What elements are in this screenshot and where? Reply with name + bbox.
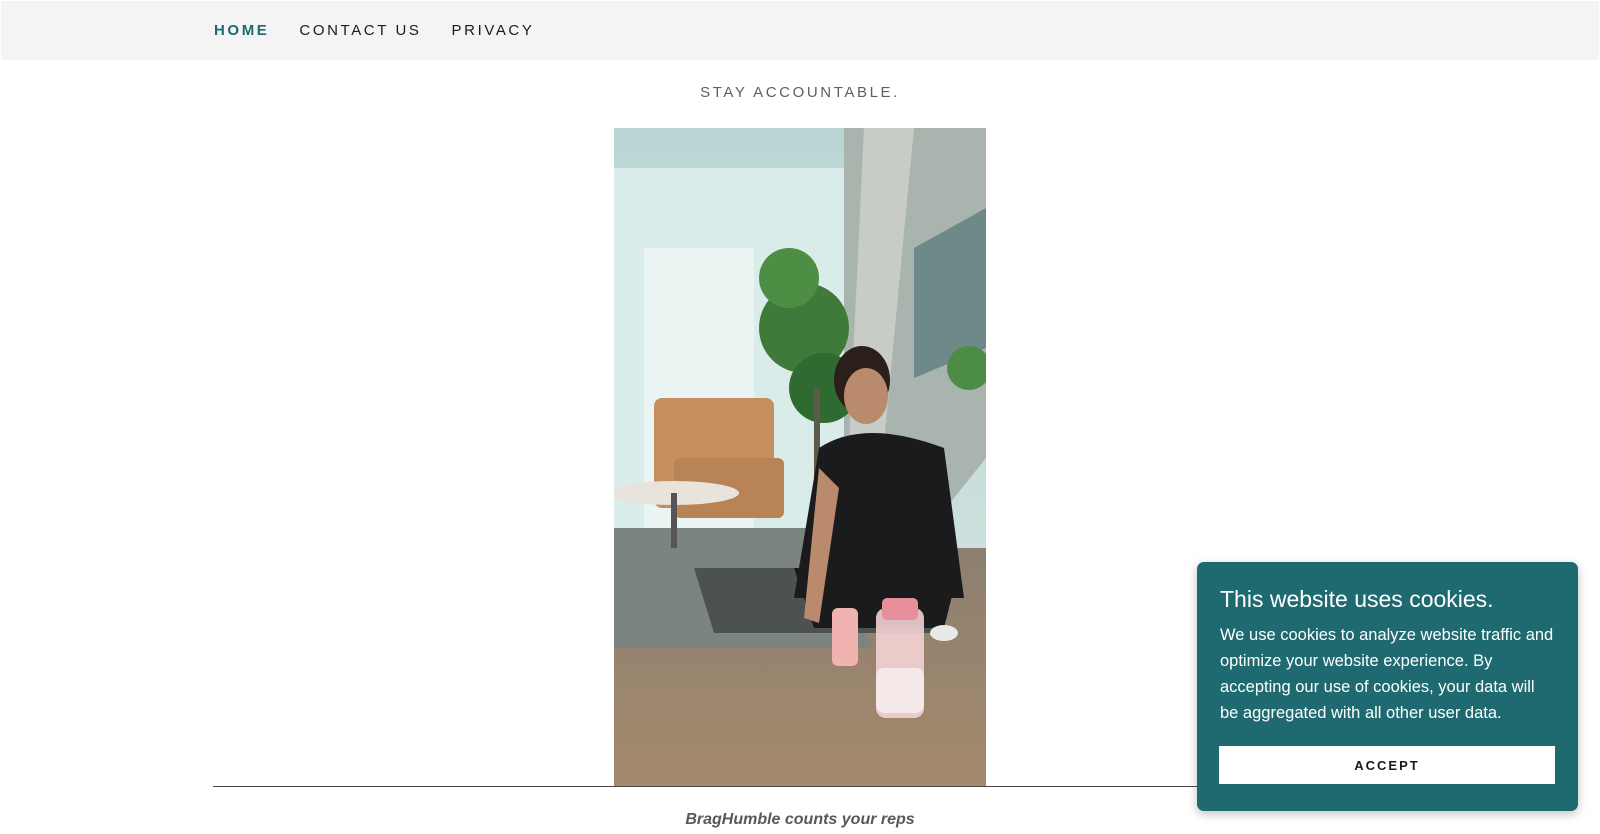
top-navigation-bar: HOME CONTACT US PRIVACY [1,1,1599,60]
hero-caption: BragHumble counts your reps [685,811,915,828]
hero-video[interactable] [614,128,986,787]
nav-link-home[interactable]: HOME [214,22,269,39]
nav-links: HOME CONTACT US PRIVACY [214,1,534,60]
cookie-consent-banner: This website uses cookies. We use cookie… [1197,562,1578,811]
video-frame-illustration [614,128,986,787]
cookie-banner-body: We use cookies to analyze website traffi… [1220,626,1554,722]
nav-link-privacy[interactable]: PRIVACY [452,22,535,39]
accept-cookies-button[interactable]: ACCEPT [1219,746,1555,784]
hero-tagline: STAY ACCOUNTABLE. [700,84,900,101]
page: HOME CONTACT US PRIVACY STAY ACCOUNTABLE… [0,0,1600,834]
cookie-banner-title: This website uses cookies. [1220,586,1494,612]
nav-link-contact-us[interactable]: CONTACT US [299,22,421,39]
